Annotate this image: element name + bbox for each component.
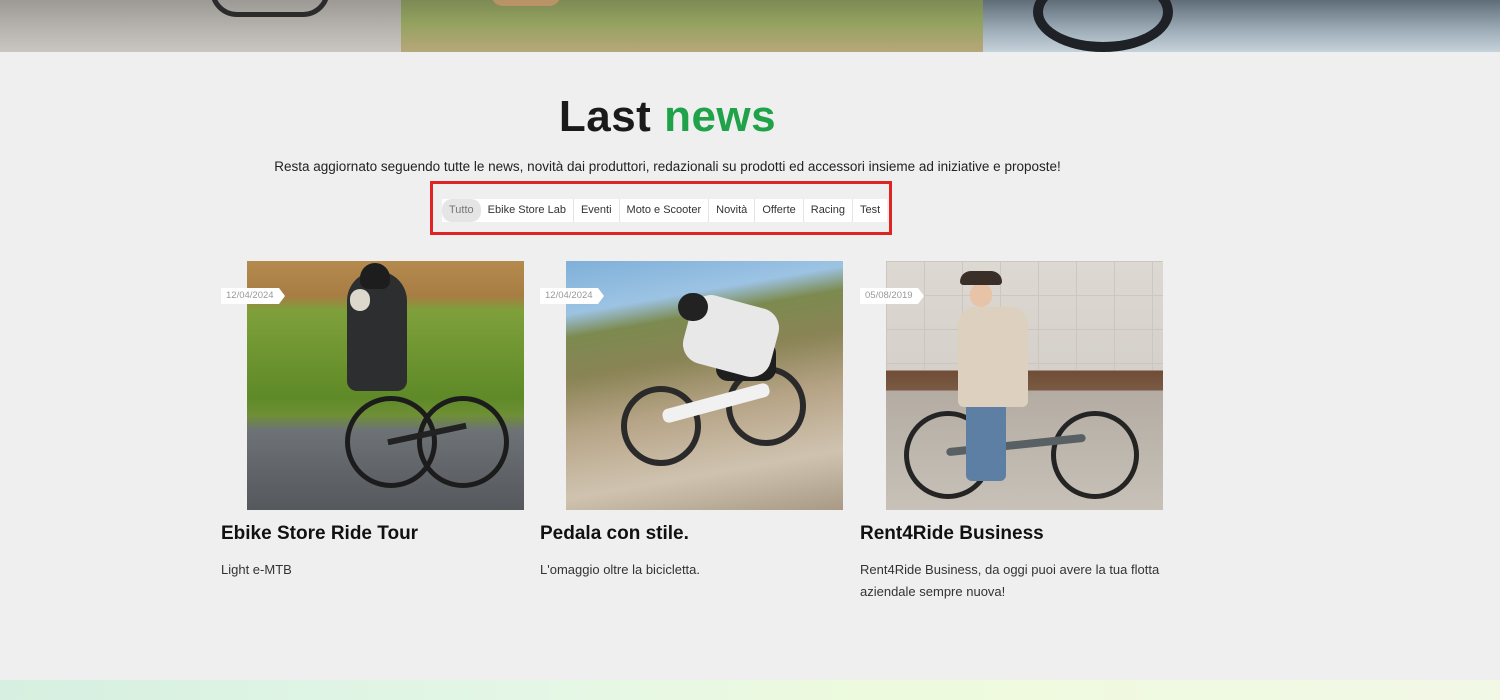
bike-wheel-graphic <box>417 396 509 488</box>
filter-ebike-store-lab[interactable]: Ebike Store Lab <box>481 199 574 222</box>
person-hat-graphic <box>960 271 1002 285</box>
bike-wheel-graphic <box>621 386 701 466</box>
section-title-main: Last <box>558 92 652 141</box>
section-subtitle: Resta aggiornato seguendo tutte le news,… <box>274 159 1061 174</box>
hero-image-center[interactable] <box>401 0 983 52</box>
news-card-title[interactable]: Pedala con stile. <box>540 523 689 545</box>
news-card-description: L'omaggio oltre la bicicletta. <box>540 562 701 577</box>
person-face-graphic <box>970 283 992 307</box>
rider-helmet-graphic <box>360 263 390 289</box>
news-card-title[interactable]: Ebike Store Ride Tour <box>221 523 418 545</box>
person-coat-graphic <box>958 307 1028 407</box>
news-card-date: 12/04/2024 <box>540 288 604 304</box>
filter-offerte[interactable]: Offerte <box>755 199 804 222</box>
person-jeans-graphic <box>966 401 1006 481</box>
section-title-accent: news <box>664 92 777 141</box>
rider-beard-graphic <box>350 289 370 311</box>
filter-tutto[interactable]: Tutto <box>442 199 481 222</box>
category-filter-bar: Tutto Ebike Store Lab Eventi Moto e Scoo… <box>442 199 888 222</box>
filter-eventi[interactable]: Eventi <box>574 199 620 222</box>
news-card-date: 12/04/2024 <box>221 288 285 304</box>
filter-moto-e-scooter[interactable]: Moto e Scooter <box>620 199 710 222</box>
hero-image-left[interactable] <box>0 0 401 52</box>
news-card-image[interactable] <box>886 261 1163 510</box>
filter-novita[interactable]: Novità <box>709 199 756 222</box>
rider-helmet-graphic <box>678 293 708 321</box>
hero-image-strip <box>0 0 1500 52</box>
footer-gradient-strip <box>0 680 1500 700</box>
filter-racing[interactable]: Racing <box>804 199 853 222</box>
bike-wheel-graphic <box>1051 411 1139 499</box>
hero-image-right[interactable] <box>983 0 1500 52</box>
news-card-description: Light e-MTB <box>221 562 292 577</box>
news-card-date: 05/08/2019 <box>860 288 924 304</box>
news-card-description: Rent4Ride Business, da oggi puoi avere l… <box>860 562 1160 599</box>
news-card-title[interactable]: Rent4Ride Business <box>860 523 1044 545</box>
section-title: Last news <box>0 92 1335 142</box>
news-card-image[interactable] <box>566 261 843 510</box>
news-card-image[interactable] <box>247 261 524 510</box>
filter-test[interactable]: Test <box>853 199 887 222</box>
